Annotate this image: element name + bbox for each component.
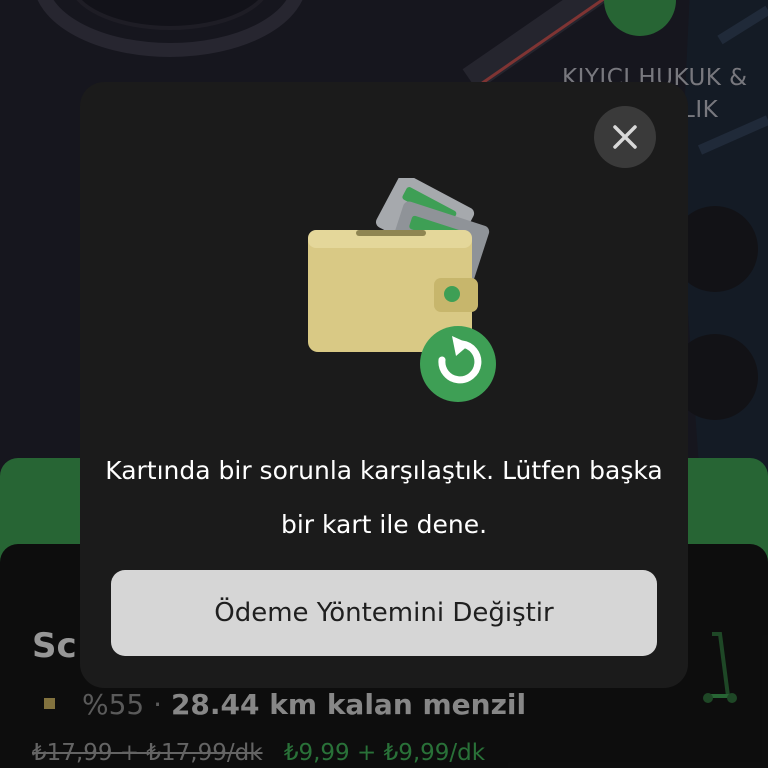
change-payment-method-button[interactable]: Ödeme Yöntemini Değiştir: [111, 570, 657, 656]
error-message: Kartında bir sorunla karşılaştık. Lütfen…: [105, 456, 663, 539]
close-button[interactable]: [594, 106, 656, 168]
close-icon: [613, 125, 637, 149]
wallet-refresh-icon: [308, 178, 496, 402]
payment-error-dialog: Kartında bir sorunla karşılaştık. Lütfen…: [80, 82, 688, 688]
